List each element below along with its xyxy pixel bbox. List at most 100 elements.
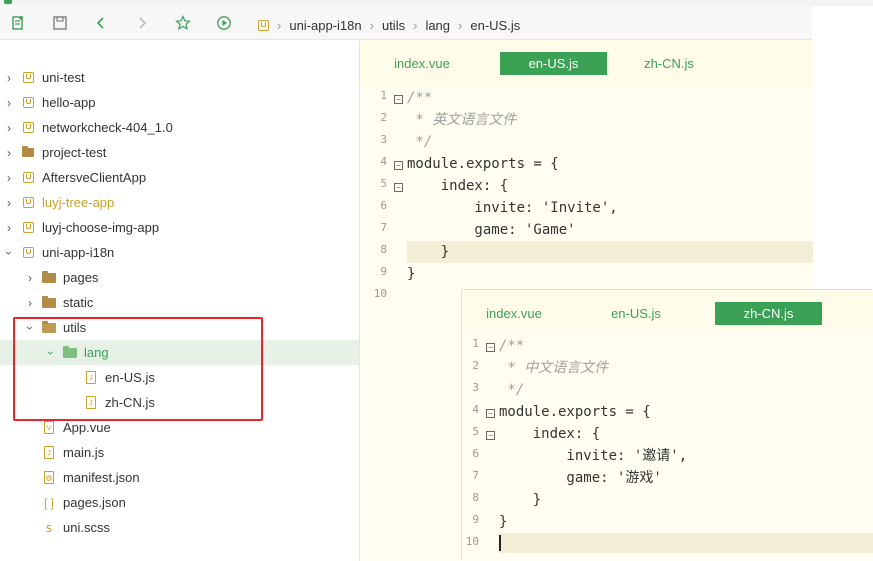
tab-en-us-js[interactable]: en-US.js bbox=[604, 302, 668, 325]
text-cursor bbox=[499, 535, 501, 551]
toolbar: › uni-app-i18n › utils › lang › en-US.js bbox=[0, 6, 812, 40]
project-icon bbox=[258, 19, 269, 31]
chevron-down-icon[interactable]: › bbox=[2, 248, 16, 258]
breadcrumb-item[interactable]: utils bbox=[382, 18, 405, 33]
tree-item-main-js[interactable]: J main.js bbox=[0, 440, 359, 465]
scss-file-icon: ꜱ bbox=[45, 520, 53, 535]
chevron-right-icon[interactable]: › bbox=[4, 71, 14, 85]
line-number: 3 bbox=[380, 133, 387, 146]
line-number: 5 bbox=[472, 425, 479, 438]
code-line: * 英文语言文件 bbox=[407, 112, 517, 128]
new-file-icon[interactable] bbox=[10, 15, 26, 31]
project-explorer: › uni-test › hello-app › networkcheck-40… bbox=[0, 40, 360, 561]
breadcrumb-item[interactable]: uni-app-i18n bbox=[289, 18, 361, 33]
json-file-icon: [ ] bbox=[43, 495, 54, 510]
annotation-highlight-box bbox=[13, 317, 263, 421]
line-number: 2 bbox=[472, 359, 479, 372]
run-icon[interactable] bbox=[216, 15, 232, 31]
tree-item-uni-test[interactable]: › uni-test bbox=[0, 65, 359, 90]
code-line: module.exports = { bbox=[499, 404, 651, 420]
code-line: invite: '邀请', bbox=[499, 448, 688, 464]
js-file-icon: J bbox=[42, 446, 56, 460]
line-number: 8 bbox=[380, 243, 387, 256]
star-icon[interactable] bbox=[175, 15, 191, 31]
chevron-right-icon[interactable]: › bbox=[4, 146, 14, 160]
tree-item-uni-scss[interactable]: ꜱ uni.scss bbox=[0, 515, 359, 540]
line-number: 3 bbox=[472, 381, 479, 394]
tree-item-networkcheck[interactable]: › networkcheck-404_1.0 bbox=[0, 115, 359, 140]
tab-index-vue[interactable]: index.vue bbox=[384, 52, 460, 75]
tree-item-luyj-tree-app[interactable]: › luyj-tree-app bbox=[0, 190, 359, 215]
project-icon bbox=[21, 196, 35, 210]
tab-zh-cn-js[interactable]: zh-CN.js bbox=[632, 52, 706, 75]
current-line-highlight bbox=[499, 533, 873, 553]
line-number: 2 bbox=[380, 111, 387, 124]
chevron-right-icon[interactable]: › bbox=[4, 221, 14, 235]
line-number: 10 bbox=[465, 535, 479, 548]
tree-item-label: networkcheck-404_1.0 bbox=[42, 120, 173, 135]
tree-item-aftersveclientapp[interactable]: › AftersveClientApp bbox=[0, 165, 359, 190]
fold-toggle-icon[interactable]: − bbox=[486, 431, 495, 440]
tree-item-label: AftersveClientApp bbox=[42, 170, 147, 185]
tree-item-label: pages.json bbox=[63, 495, 126, 510]
fold-toggle-icon[interactable]: − bbox=[394, 183, 403, 192]
code-line: */ bbox=[407, 134, 433, 150]
line-number: 6 bbox=[380, 199, 387, 212]
code-line: } bbox=[499, 492, 542, 508]
line-number: 8 bbox=[472, 491, 479, 504]
code-line: invite: 'Invite', bbox=[407, 200, 618, 216]
folder-icon bbox=[42, 295, 56, 310]
breadcrumb-separator: › bbox=[369, 17, 374, 33]
tree-item-manifest-json[interactable]: ⚙ manifest.json bbox=[0, 465, 359, 490]
fold-toggle-icon[interactable]: − bbox=[486, 409, 495, 418]
breadcrumb: › uni-app-i18n › utils › lang › en-US.js bbox=[258, 16, 520, 34]
code-line: */ bbox=[499, 382, 525, 398]
manifest-file-icon: ⚙ bbox=[42, 471, 56, 485]
breadcrumb-separator: › bbox=[413, 17, 418, 33]
tree-item-luyj-choose-img-app[interactable]: › luyj-choose-img-app bbox=[0, 215, 359, 240]
tree-item-label: manifest.json bbox=[63, 470, 140, 485]
tree-item-label: pages bbox=[63, 270, 99, 285]
chevron-right-icon[interactable]: › bbox=[4, 171, 14, 185]
tab-en-us-js[interactable]: en-US.js bbox=[500, 52, 607, 75]
tree-item-label: uni-app-i18n bbox=[42, 245, 115, 260]
chevron-right-icon[interactable]: › bbox=[25, 296, 35, 310]
tree-item-label: uni-test bbox=[42, 70, 85, 85]
chevron-right-icon[interactable]: › bbox=[4, 121, 14, 135]
chevron-right-icon[interactable]: › bbox=[4, 196, 14, 210]
tree-item-static[interactable]: › static bbox=[0, 290, 359, 315]
code-line: } bbox=[407, 266, 416, 282]
back-icon[interactable] bbox=[93, 15, 109, 31]
code-line: game: 'Game' bbox=[407, 222, 576, 238]
tree-item-pages-json[interactable]: [ ] pages.json bbox=[0, 490, 359, 515]
fold-toggle-icon[interactable]: − bbox=[394, 161, 403, 170]
breadcrumb-item[interactable]: lang bbox=[425, 18, 450, 33]
tree-item-hello-app[interactable]: › hello-app bbox=[0, 90, 359, 115]
project-icon bbox=[21, 71, 35, 85]
line-number: 9 bbox=[472, 513, 479, 526]
fold-toggle-icon[interactable]: − bbox=[486, 343, 495, 352]
tab-zh-cn-js[interactable]: zh-CN.js bbox=[715, 302, 822, 325]
save-icon[interactable] bbox=[52, 15, 68, 31]
chevron-right-icon[interactable]: › bbox=[4, 96, 14, 110]
line-number: 7 bbox=[472, 469, 479, 482]
line-number: 6 bbox=[472, 447, 479, 460]
forward-icon[interactable] bbox=[134, 15, 150, 31]
current-line-highlight bbox=[407, 241, 813, 263]
tree-item-project-test[interactable]: › project-test bbox=[0, 140, 359, 165]
folder-project-icon bbox=[21, 146, 35, 160]
tree-item-uni-app-i18n[interactable]: › uni-app-i18n bbox=[0, 240, 359, 265]
tree-item-label: App.vue bbox=[63, 420, 111, 435]
vue-file-icon: V bbox=[42, 421, 56, 435]
line-number: 1 bbox=[380, 89, 387, 102]
app-logo bbox=[4, 0, 12, 4]
chevron-right-icon[interactable]: › bbox=[25, 271, 35, 285]
line-number: 1 bbox=[472, 337, 479, 350]
fold-toggle-icon[interactable]: − bbox=[394, 95, 403, 104]
editor-zh-cn[interactable]: index.vue en-US.js zh-CN.js 1 2 3 4 5 6 … bbox=[462, 290, 873, 561]
code-line: } bbox=[499, 514, 508, 530]
code-line: module.exports = { bbox=[407, 156, 559, 172]
tab-index-vue[interactable]: index.vue bbox=[482, 302, 546, 325]
breadcrumb-item[interactable]: en-US.js bbox=[470, 18, 520, 33]
tree-item-pages[interactable]: › pages bbox=[0, 265, 359, 290]
